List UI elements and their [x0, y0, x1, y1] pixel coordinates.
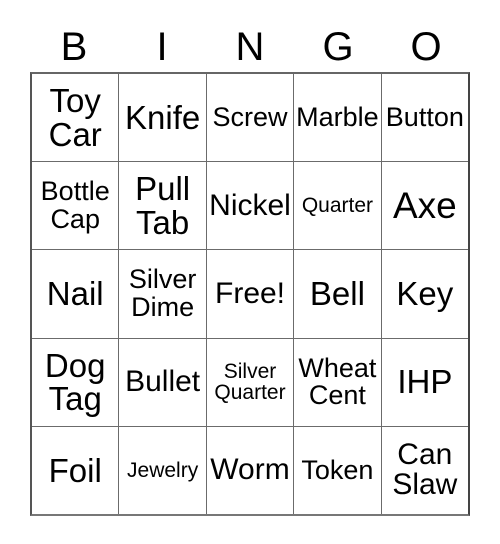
- bingo-cell-label: Can Slaw: [392, 437, 458, 502]
- bingo-header-letter-g: G: [322, 25, 354, 69]
- bingo-cell-label: Token: [301, 454, 374, 485]
- bingo-row: Foil Jewelry Worm Token Can Slaw: [32, 426, 469, 515]
- bingo-cell-label: Silver Dime: [128, 264, 197, 322]
- bingo-header-letter-o: O: [410, 25, 442, 69]
- bingo-cell[interactable]: Can Slaw: [381, 426, 469, 515]
- bingo-cell-label: IHP: [397, 363, 453, 401]
- bingo-cell-label: Quarter: [301, 194, 374, 218]
- bingo-cell[interactable]: Button: [381, 74, 469, 162]
- bingo-cell-label: Wheat Cent: [298, 352, 377, 411]
- bingo-cell-label: Foil: [48, 451, 102, 489]
- bingo-cell[interactable]: Dog Tag: [32, 338, 120, 426]
- bingo-header-row: BINGO: [30, 22, 470, 72]
- bingo-cell[interactable]: Axe: [381, 162, 469, 250]
- bingo-cell-label: Marble: [296, 101, 379, 132]
- bingo-cell-label: Worm: [210, 453, 290, 487]
- bingo-row: Dog Tag Bullet Silver Quarter Wheat Cent IHP: [32, 338, 469, 427]
- bingo-cell-label: Knife: [125, 98, 201, 136]
- bingo-grid: Toy Car Knife Screw Marble Button Bottle Cap P…: [30, 72, 470, 516]
- bingo-cell-label: Bell: [309, 275, 365, 313]
- bingo-cell-label: Bullet: [125, 364, 201, 398]
- bingo-cell-label: Key: [396, 275, 454, 313]
- bingo-header-letter-n: N: [235, 25, 265, 69]
- bingo-cell[interactable]: Worm: [206, 426, 295, 515]
- bingo-cell-label: Jewelry: [127, 458, 199, 482]
- bingo-cell-label: Toy Car: [48, 81, 102, 153]
- bingo-cell[interactable]: Key: [381, 250, 469, 338]
- bingo-cell[interactable]: Bullet: [119, 338, 207, 426]
- bingo-row: Toy Car Knife Screw Marble Button: [32, 74, 469, 163]
- bingo-cell-label: Dog Tag: [44, 346, 106, 418]
- bingo-cell[interactable]: Quarter: [294, 162, 382, 250]
- bingo-cell[interactable]: Marble: [294, 74, 382, 162]
- bingo-cell-label: Button: [385, 101, 464, 132]
- bingo-cell[interactable]: Jewelry: [119, 426, 207, 515]
- bingo-cell[interactable]: Token: [294, 426, 382, 515]
- bingo-cell-label: Silver Quarter: [214, 359, 286, 405]
- bingo-cell[interactable]: Bell: [294, 250, 382, 338]
- bingo-cell[interactable]: Nail: [32, 250, 120, 338]
- bingo-cell[interactable]: IHP: [381, 338, 469, 426]
- bingo-free-space[interactable]: Free!: [206, 250, 295, 338]
- bingo-cell[interactable]: Wheat Cent: [294, 338, 382, 426]
- bingo-cell-label: Free!: [215, 276, 286, 310]
- bingo-cell[interactable]: Nickel: [206, 162, 295, 250]
- bingo-cell-label: Pull Tab: [135, 170, 191, 241]
- bingo-cell[interactable]: Silver Dime: [119, 250, 207, 338]
- bingo-row: Bottle Cap Pull Tab Nickel Quarter Axe: [32, 162, 469, 251]
- bingo-cell[interactable]: Pull Tab: [119, 162, 207, 250]
- bingo-header-letter-b: B: [60, 25, 88, 69]
- bingo-cell-label: Nickel: [209, 188, 291, 222]
- bingo-card: B I N G O Toy Car Knife Screw Marble Button Bottl…: [0, 0, 500, 544]
- bingo-cell[interactable]: Bottle Cap: [32, 162, 120, 250]
- bingo-cell[interactable]: Silver Quarter: [206, 338, 295, 426]
- bingo-cell-label: Bottle Cap: [40, 176, 110, 234]
- bingo-cell[interactable]: Foil: [32, 426, 120, 515]
- bingo-cell-label: Nail: [46, 275, 104, 313]
- bingo-cell[interactable]: Screw: [206, 74, 295, 162]
- bingo-cell[interactable]: Knife: [119, 74, 207, 162]
- bingo-cell-label: Screw: [212, 101, 288, 132]
- bingo-cell-label: Axe: [392, 184, 457, 226]
- bingo-header-letter-i: I: [156, 25, 168, 69]
- bingo-cell[interactable]: Toy Car: [32, 74, 120, 162]
- bingo-row: Nail Silver Dime Free! Bell Key: [32, 250, 469, 339]
